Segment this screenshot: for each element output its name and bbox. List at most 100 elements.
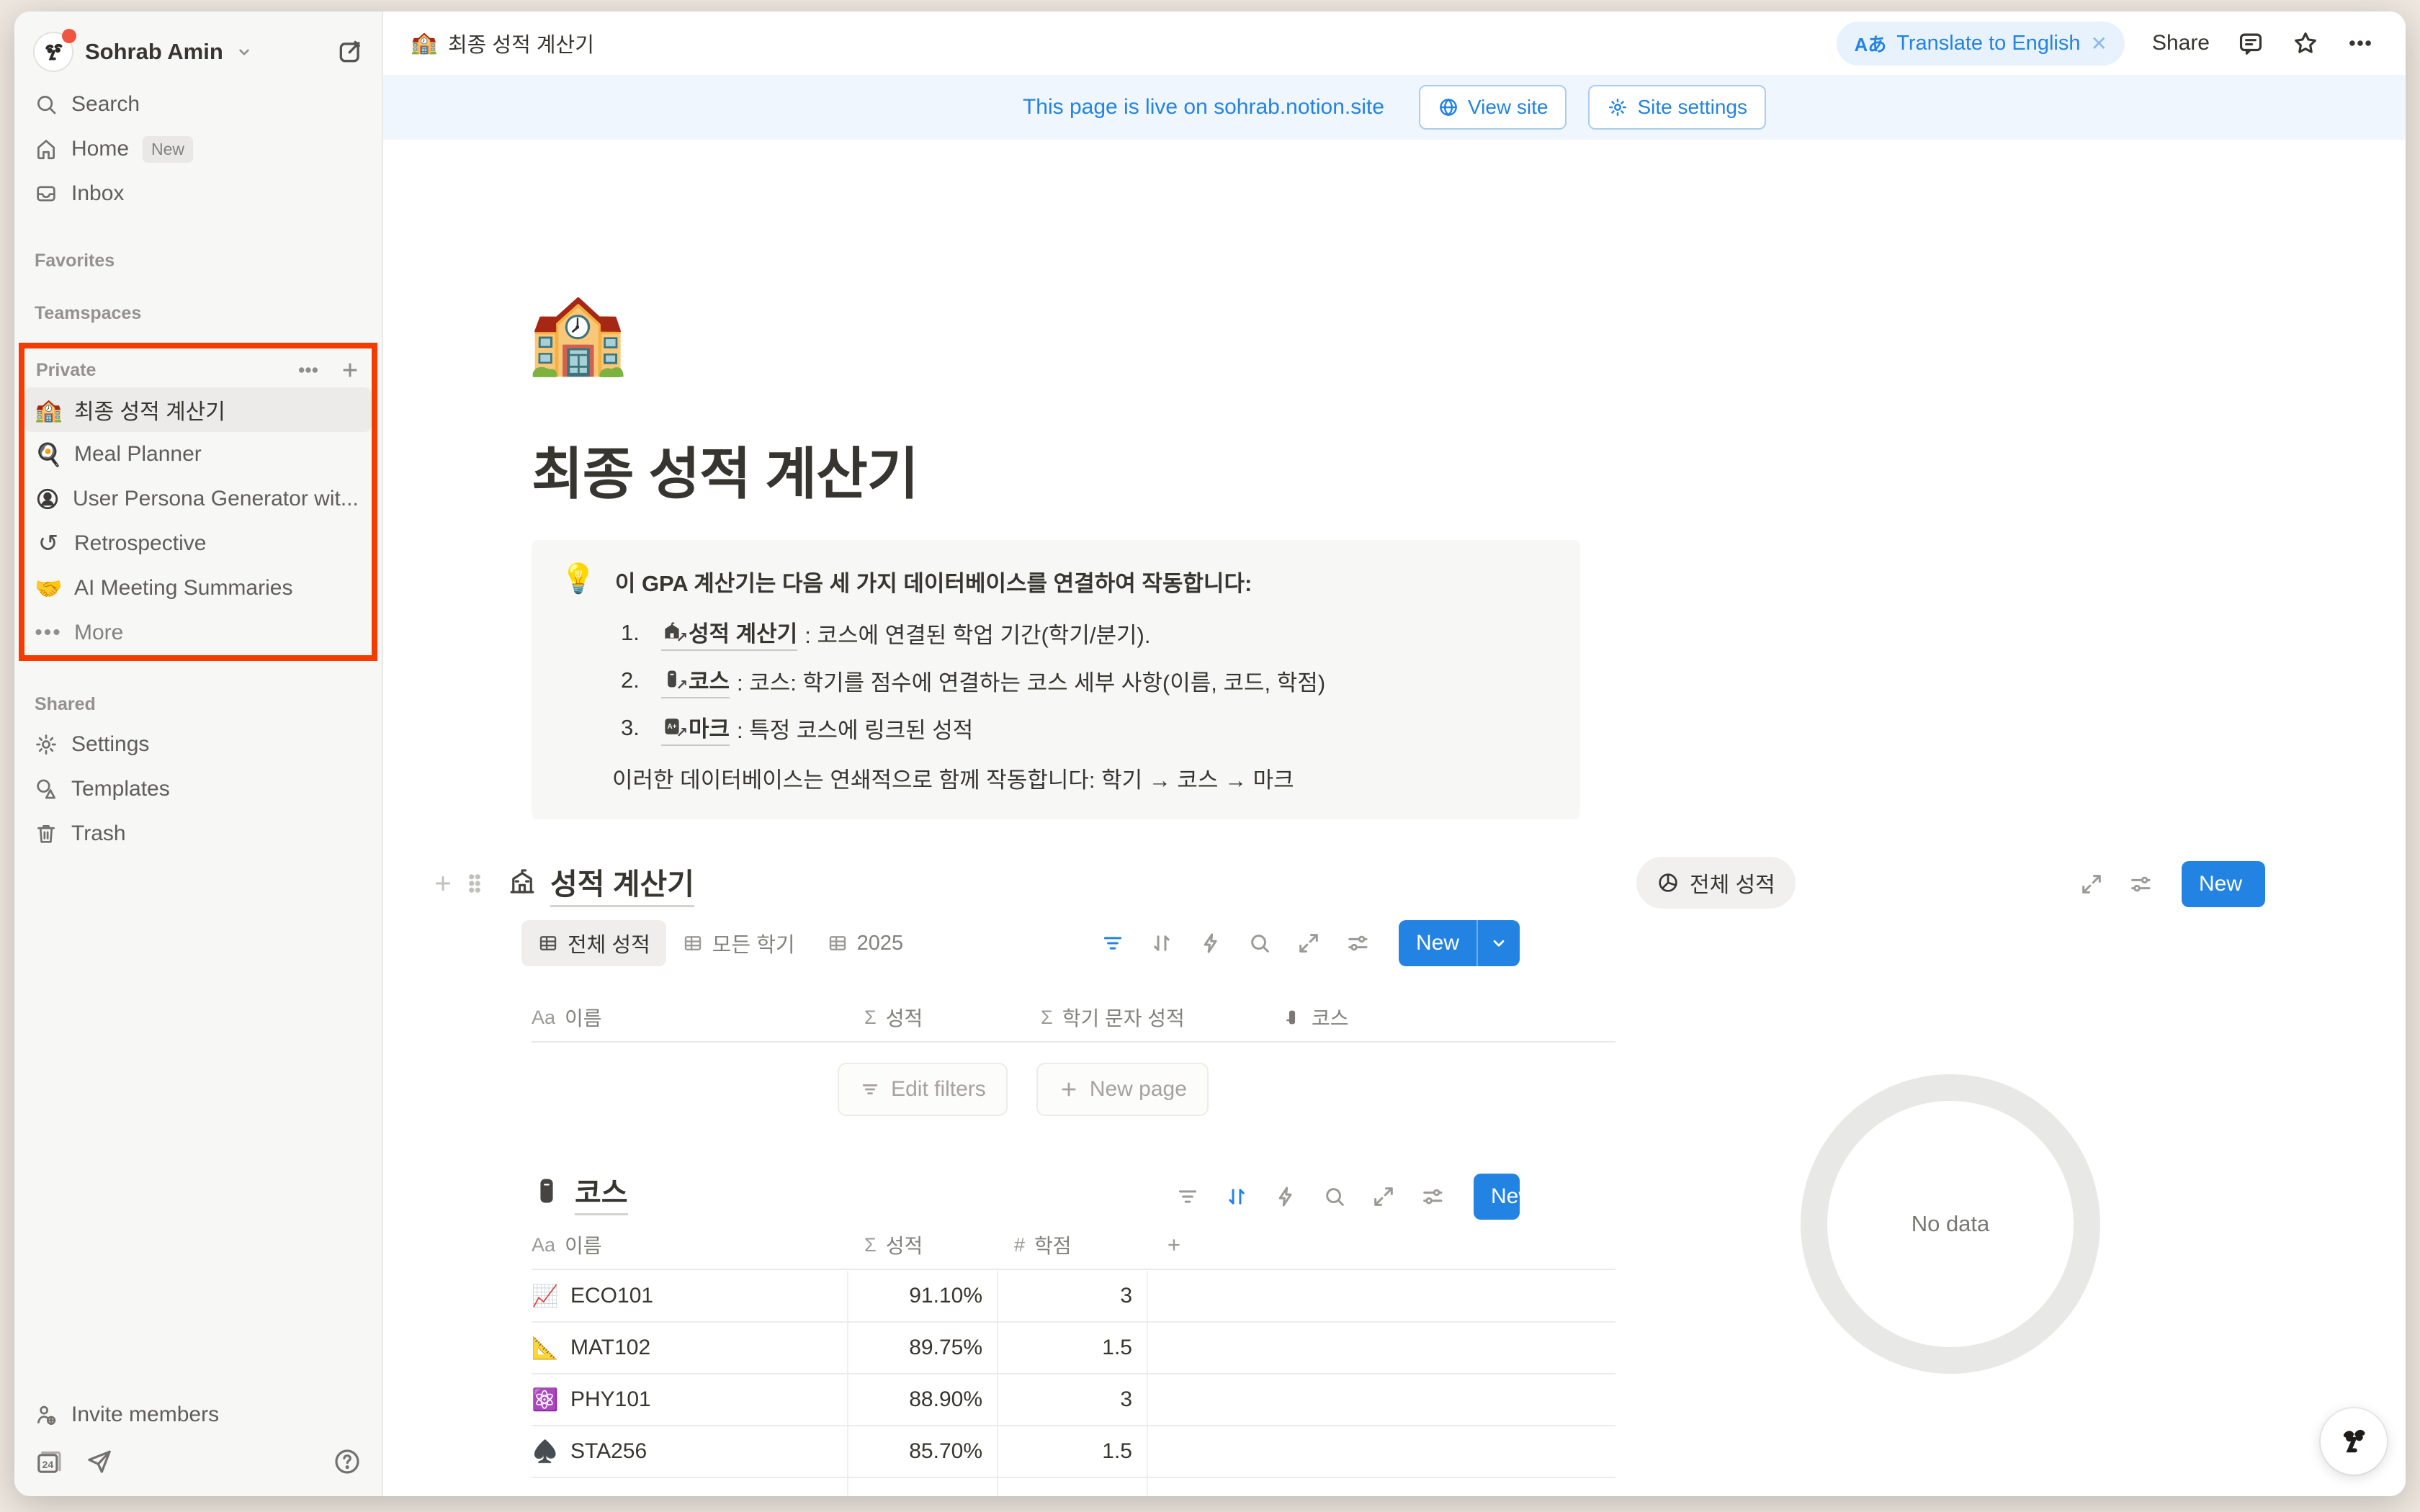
view-tab-all-terms[interactable]: 모든 학기 xyxy=(666,920,811,966)
new-page-button[interactable] xyxy=(334,36,366,68)
column-header-name[interactable]: Aa 이름 xyxy=(532,1230,848,1259)
settings-sliders-icon[interactable] xyxy=(2128,872,2153,896)
sidebar-item-inbox[interactable]: Inbox xyxy=(23,171,373,216)
course-name: ECO101 xyxy=(570,1284,653,1308)
sidebar-item-settings[interactable]: Settings xyxy=(23,722,373,767)
sidebar-item-templates[interactable]: Templates xyxy=(23,767,373,811)
sidebar-item-more[interactable]: ••• More xyxy=(24,611,372,655)
sidebar-item-label: Home xyxy=(71,137,129,161)
sidebar-item-page-user-persona[interactable]: User Persona Generator wit... xyxy=(24,477,372,521)
filter-icon[interactable] xyxy=(1175,1184,1200,1209)
page-mention-marks[interactable]: A+↗ 마크 xyxy=(661,711,730,746)
translate-chip[interactable]: Aあ Translate to English ✕ xyxy=(1837,22,2124,66)
new-entry-button[interactable]: New xyxy=(2182,861,2265,907)
sort-icon[interactable] xyxy=(1150,931,1174,955)
section-label-shared[interactable]: Shared xyxy=(23,694,373,715)
close-icon[interactable]: ✕ xyxy=(2090,32,2107,55)
workspace-switcher[interactable]: Sohrab Amin xyxy=(23,12,373,82)
column-header-letter-grade[interactable]: Σ 학기 문자 성적 xyxy=(1025,1003,1266,1032)
calendar-icon[interactable]: 24 xyxy=(35,1447,63,1476)
list-number: 2. xyxy=(621,667,654,693)
breadcrumb[interactable]: 🏫 최종 성적 계산기 xyxy=(411,28,594,58)
new-button-dropdown[interactable] xyxy=(2259,861,2265,907)
sidebar-item-page-grade-calculator[interactable]: 🏫 최종 성적 계산기 xyxy=(24,387,372,432)
view-tab-label: 전체 성적 xyxy=(568,928,650,958)
column-header-name[interactable]: Aa 이름 xyxy=(532,1003,848,1032)
section-label-teamspaces[interactable]: Teamspaces xyxy=(23,303,373,324)
new-button-dropdown[interactable] xyxy=(1478,920,1520,966)
search-icon[interactable] xyxy=(1322,1184,1347,1209)
paper-plane-icon[interactable] xyxy=(85,1447,114,1476)
view-tab-all-grades[interactable]: 전체 성적 xyxy=(521,920,666,966)
invite-members-button[interactable]: Invite members xyxy=(23,1392,373,1437)
table-row[interactable]: ♠️STA256 85.70% 1.5 xyxy=(532,1426,1615,1478)
more-icon[interactable] xyxy=(297,359,320,382)
list-number: 1. xyxy=(621,620,654,646)
search-icon[interactable] xyxy=(1247,931,1272,955)
courses-table-body: 📈ECO101 91.10% 3 📐MAT102 89.75% 1.5 ⚛️PH… xyxy=(532,1271,1615,1495)
column-header-grade[interactable]: Σ 성적 xyxy=(848,1230,998,1259)
courses-db-title[interactable]: 코스 xyxy=(575,1169,628,1215)
column-header-courses[interactable]: 코스 xyxy=(1266,1003,1615,1032)
column-header-credits[interactable]: # 학점 xyxy=(998,1230,1148,1259)
chart-view-tab[interactable]: 전체 성적 xyxy=(1636,857,1796,909)
filter-icon[interactable] xyxy=(1101,931,1125,955)
notion-ai-button[interactable] xyxy=(2321,1408,2387,1475)
section-label-favorites[interactable]: Favorites xyxy=(23,251,373,271)
person-add-icon xyxy=(33,1402,59,1428)
gear-icon xyxy=(1607,96,1628,118)
sidebar-item-label: User Persona Generator wit... xyxy=(73,487,359,511)
sidebar-item-label: Search xyxy=(71,92,140,117)
sidebar-item-search[interactable]: Search xyxy=(23,82,373,127)
settings-sliders-icon[interactable] xyxy=(1420,1184,1445,1209)
lightning-icon[interactable] xyxy=(1273,1184,1298,1209)
new-entry-button[interactable]: New xyxy=(1474,1174,1520,1220)
column-header-grade[interactable]: Σ 성적 xyxy=(848,1003,1025,1032)
section-label-private[interactable]: Private xyxy=(36,360,96,381)
sidebar-item-page-meal-planner[interactable]: 🍳 Meal Planner xyxy=(24,432,372,477)
page-emoji-icon[interactable]: 🏫 xyxy=(527,292,627,373)
table-row[interactable]: ⚛️PHY101 88.90% 3 xyxy=(532,1374,1615,1426)
grades-db-title[interactable]: 성적 계산기 xyxy=(550,860,694,907)
settings-sliders-icon[interactable] xyxy=(1345,931,1370,955)
page-mention-grades[interactable]: ↗ 성적 계산기 xyxy=(661,616,797,651)
site-settings-button[interactable]: Site settings xyxy=(1588,85,1766,130)
course-grade: 85.70% xyxy=(848,1426,998,1477)
sidebar-item-home[interactable]: Home New xyxy=(23,127,373,171)
favorite-button[interactable] xyxy=(2292,30,2319,57)
view-tab-2025[interactable]: 2025 xyxy=(811,920,920,966)
course-credits: 3 xyxy=(998,1271,1148,1321)
list-item: 2. ↗ 코스 : 코스: 학기를 점수에 연결하는 코스 세부 사항(이름, … xyxy=(621,665,1551,696)
sidebar-item-label: More xyxy=(74,621,123,645)
sidebar-item-page-retrospective[interactable]: ↺ Retrospective xyxy=(24,521,372,566)
number-property-icon: # xyxy=(1014,1234,1025,1256)
course-grade: 91.10% xyxy=(848,1271,998,1321)
table-row[interactable]: 📐MAT102 89.75% 1.5 xyxy=(532,1323,1615,1374)
new-page-button[interactable]: New page xyxy=(1036,1063,1209,1116)
expand-icon[interactable] xyxy=(1296,931,1321,955)
page-mention-courses[interactable]: ↗ 코스 xyxy=(661,663,730,698)
sort-icon[interactable] xyxy=(1224,1184,1249,1209)
comments-button[interactable] xyxy=(2237,30,2264,57)
callout-block: 💡 이 GPA 계산기는 다음 세 가지 데이터베이스를 연결하여 작동합니다:… xyxy=(532,540,1580,819)
help-icon[interactable] xyxy=(333,1447,362,1476)
sidebar-item-trash[interactable]: Trash xyxy=(23,811,373,856)
expand-icon[interactable] xyxy=(2079,872,2104,896)
view-site-button[interactable]: View site xyxy=(1419,85,1567,130)
notification-dot xyxy=(62,29,76,43)
table-row[interactable]: 📈ECO101 91.10% 3 xyxy=(532,1271,1615,1323)
page-menu-button[interactable] xyxy=(2347,30,2374,57)
expand-icon[interactable] xyxy=(1371,1184,1396,1209)
sidebar-item-label: Trash xyxy=(71,822,126,846)
page-title[interactable]: 최종 성적 계산기 xyxy=(532,429,918,510)
add-column-button[interactable] xyxy=(1148,1235,1184,1255)
share-button[interactable]: Share xyxy=(2152,31,2210,55)
plus-icon[interactable] xyxy=(339,359,362,382)
sidebar-item-label: AI Meeting Summaries xyxy=(74,576,292,600)
lightning-icon[interactable] xyxy=(1198,931,1223,955)
list-number: 3. xyxy=(621,715,654,741)
sidebar-item-page-ai-meeting-summaries[interactable]: 🤝 AI Meeting Summaries xyxy=(24,566,372,611)
edit-filters-button[interactable]: Edit filters xyxy=(838,1063,1008,1116)
new-entry-button[interactable]: New xyxy=(1399,920,1520,966)
block-controls[interactable] xyxy=(431,871,487,896)
